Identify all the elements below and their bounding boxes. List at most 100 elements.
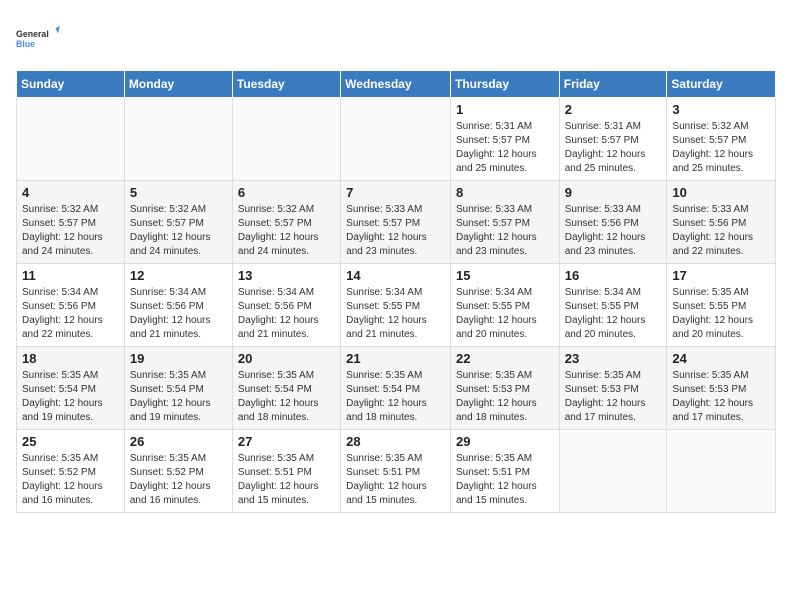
calendar-cell: 16 Sunrise: 5:34 AM Sunset: 5:55 PM Dayli…	[559, 264, 667, 347]
calendar-cell	[667, 430, 776, 513]
calendar-cell: 28 Sunrise: 5:35 AM Sunset: 5:51 PM Dayli…	[341, 430, 451, 513]
day-info: Sunrise: 5:35 AM Sunset: 5:53 PM Dayligh…	[456, 369, 554, 425]
calendar-cell	[17, 98, 125, 181]
page-header: General Blue	[16, 16, 776, 60]
svg-text:General: General	[16, 29, 49, 39]
day-number: 4	[22, 185, 119, 200]
calendar-week-2: 4 Sunrise: 5:32 AM Sunset: 5:57 PM Daylig…	[17, 181, 776, 264]
column-header-friday: Friday	[559, 71, 667, 98]
day-number: 20	[238, 351, 335, 366]
calendar-cell: 8 Sunrise: 5:33 AM Sunset: 5:57 PM Daylig…	[450, 181, 559, 264]
column-header-thursday: Thursday	[450, 71, 559, 98]
day-info: Sunrise: 5:34 AM Sunset: 5:55 PM Dayligh…	[456, 286, 554, 342]
calendar-cell: 13 Sunrise: 5:34 AM Sunset: 5:56 PM Dayli…	[232, 264, 340, 347]
day-number: 23	[565, 351, 662, 366]
day-number: 24	[672, 351, 770, 366]
day-info: Sunrise: 5:33 AM Sunset: 5:57 PM Dayligh…	[456, 203, 554, 259]
calendar-cell: 9 Sunrise: 5:33 AM Sunset: 5:56 PM Daylig…	[559, 181, 667, 264]
calendar-cell: 27 Sunrise: 5:35 AM Sunset: 5:51 PM Dayli…	[232, 430, 340, 513]
day-number: 22	[456, 351, 554, 366]
day-info: Sunrise: 5:34 AM Sunset: 5:56 PM Dayligh…	[130, 286, 227, 342]
day-info: Sunrise: 5:35 AM Sunset: 5:51 PM Dayligh…	[346, 452, 445, 508]
day-number: 6	[238, 185, 335, 200]
calendar-cell: 26 Sunrise: 5:35 AM Sunset: 5:52 PM Dayli…	[124, 430, 232, 513]
day-number: 9	[565, 185, 662, 200]
day-number: 12	[130, 268, 227, 283]
day-info: Sunrise: 5:32 AM Sunset: 5:57 PM Dayligh…	[672, 120, 770, 176]
calendar-cell: 5Sunrise: 5:32 AM Sunset: 5:57 PM Daylig…	[124, 181, 232, 264]
calendar-cell: 17 Sunrise: 5:35 AM Sunset: 5:55 PM Dayli…	[667, 264, 776, 347]
day-number: 28	[346, 434, 445, 449]
day-number: 8	[456, 185, 554, 200]
calendar-cell	[559, 430, 667, 513]
day-info: Sunrise: 5:32 AM Sunset: 5:57 PM Dayligh…	[238, 203, 335, 259]
day-info: Sunrise: 5:32 AM Sunset: 5:57 PM Dayligh…	[130, 203, 227, 259]
day-number: 26	[130, 434, 227, 449]
calendar-week-4: 18 Sunrise: 5:35 AM Sunset: 5:54 PM Dayli…	[17, 347, 776, 430]
day-info: Sunrise: 5:35 AM Sunset: 5:55 PM Dayligh…	[672, 286, 770, 342]
calendar-cell: 4 Sunrise: 5:32 AM Sunset: 5:57 PM Daylig…	[17, 181, 125, 264]
calendar-cell: 11 Sunrise: 5:34 AM Sunset: 5:56 PM Dayli…	[17, 264, 125, 347]
column-header-monday: Monday	[124, 71, 232, 98]
column-header-saturday: Saturday	[667, 71, 776, 98]
day-info: Sunrise: 5:35 AM Sunset: 5:52 PM Dayligh…	[130, 452, 227, 508]
calendar-cell: 7 Sunrise: 5:33 AM Sunset: 5:57 PM Daylig…	[341, 181, 451, 264]
day-number: 13	[238, 268, 335, 283]
calendar-table: SundayMondayTuesdayWednesdayThursdayFrid…	[16, 70, 776, 513]
calendar-cell	[124, 98, 232, 181]
day-number: 18	[22, 351, 119, 366]
day-info: Sunrise: 5:35 AM Sunset: 5:53 PM Dayligh…	[672, 369, 770, 425]
day-info: Sunrise: 5:34 AM Sunset: 5:55 PM Dayligh…	[346, 286, 445, 342]
calendar-cell: 20 Sunrise: 5:35 AM Sunset: 5:54 PM Dayli…	[232, 347, 340, 430]
day-number: 7	[346, 185, 445, 200]
day-number: 27	[238, 434, 335, 449]
calendar-cell: 29 Sunrise: 5:35 AM Sunset: 5:51 PM Dayli…	[450, 430, 559, 513]
calendar-header-row: SundayMondayTuesdayWednesdayThursdayFrid…	[17, 71, 776, 98]
day-info: Sunrise: 5:35 AM Sunset: 5:53 PM Dayligh…	[565, 369, 662, 425]
calendar-cell	[232, 98, 340, 181]
calendar-cell: 1 Sunrise: 5:31 AM Sunset: 5:57 PM Daylig…	[450, 98, 559, 181]
day-info: Sunrise: 5:35 AM Sunset: 5:54 PM Dayligh…	[346, 369, 445, 425]
day-number: 25	[22, 434, 119, 449]
day-info: Sunrise: 5:34 AM Sunset: 5:56 PM Dayligh…	[238, 286, 335, 342]
svg-text:Blue: Blue	[16, 39, 35, 49]
day-number: 21	[346, 351, 445, 366]
day-info: Sunrise: 5:34 AM Sunset: 5:56 PM Dayligh…	[22, 286, 119, 342]
day-info: Sunrise: 5:33 AM Sunset: 5:56 PM Dayligh…	[565, 203, 662, 259]
day-number: 16	[565, 268, 662, 283]
day-number: 1	[456, 102, 554, 117]
day-info: Sunrise: 5:32 AM Sunset: 5:57 PM Dayligh…	[22, 203, 119, 259]
day-info: Sunrise: 5:35 AM Sunset: 5:54 PM Dayligh…	[130, 369, 227, 425]
calendar-cell: 19Sunrise: 5:35 AM Sunset: 5:54 PM Dayli…	[124, 347, 232, 430]
day-info: Sunrise: 5:35 AM Sunset: 5:51 PM Dayligh…	[238, 452, 335, 508]
calendar-week-3: 11 Sunrise: 5:34 AM Sunset: 5:56 PM Dayli…	[17, 264, 776, 347]
day-number: 11	[22, 268, 119, 283]
logo-svg: General Blue	[16, 16, 60, 60]
day-info: Sunrise: 5:33 AM Sunset: 5:57 PM Dayligh…	[346, 203, 445, 259]
day-info: Sunrise: 5:31 AM Sunset: 5:57 PM Dayligh…	[456, 120, 554, 176]
calendar-cell: 25 Sunrise: 5:35 AM Sunset: 5:52 PM Dayli…	[17, 430, 125, 513]
calendar-cell: 24 Sunrise: 5:35 AM Sunset: 5:53 PM Dayli…	[667, 347, 776, 430]
day-number: 2	[565, 102, 662, 117]
day-number: 15	[456, 268, 554, 283]
day-info: Sunrise: 5:35 AM Sunset: 5:52 PM Dayligh…	[22, 452, 119, 508]
day-number: 17	[672, 268, 770, 283]
calendar-cell: 23 Sunrise: 5:35 AM Sunset: 5:53 PM Dayli…	[559, 347, 667, 430]
day-info: Sunrise: 5:35 AM Sunset: 5:51 PM Dayligh…	[456, 452, 554, 508]
day-info: Sunrise: 5:31 AM Sunset: 5:57 PM Dayligh…	[565, 120, 662, 176]
calendar-cell: 21 Sunrise: 5:35 AM Sunset: 5:54 PM Dayli…	[341, 347, 451, 430]
day-info: Sunrise: 5:35 AM Sunset: 5:54 PM Dayligh…	[22, 369, 119, 425]
calendar-cell: 18 Sunrise: 5:35 AM Sunset: 5:54 PM Dayli…	[17, 347, 125, 430]
day-info: Sunrise: 5:35 AM Sunset: 5:54 PM Dayligh…	[238, 369, 335, 425]
calendar-cell: 14 Sunrise: 5:34 AM Sunset: 5:55 PM Dayli…	[341, 264, 451, 347]
calendar-cell: 22 Sunrise: 5:35 AM Sunset: 5:53 PM Dayli…	[450, 347, 559, 430]
logo: General Blue	[16, 16, 60, 60]
calendar-cell: 15 Sunrise: 5:34 AM Sunset: 5:55 PM Dayli…	[450, 264, 559, 347]
column-header-tuesday: Tuesday	[232, 71, 340, 98]
day-number: 3	[672, 102, 770, 117]
calendar-cell: 2 Sunrise: 5:31 AM Sunset: 5:57 PM Daylig…	[559, 98, 667, 181]
column-header-wednesday: Wednesday	[341, 71, 451, 98]
day-number: 14	[346, 268, 445, 283]
day-number: 29	[456, 434, 554, 449]
day-info: Sunrise: 5:34 AM Sunset: 5:55 PM Dayligh…	[565, 286, 662, 342]
